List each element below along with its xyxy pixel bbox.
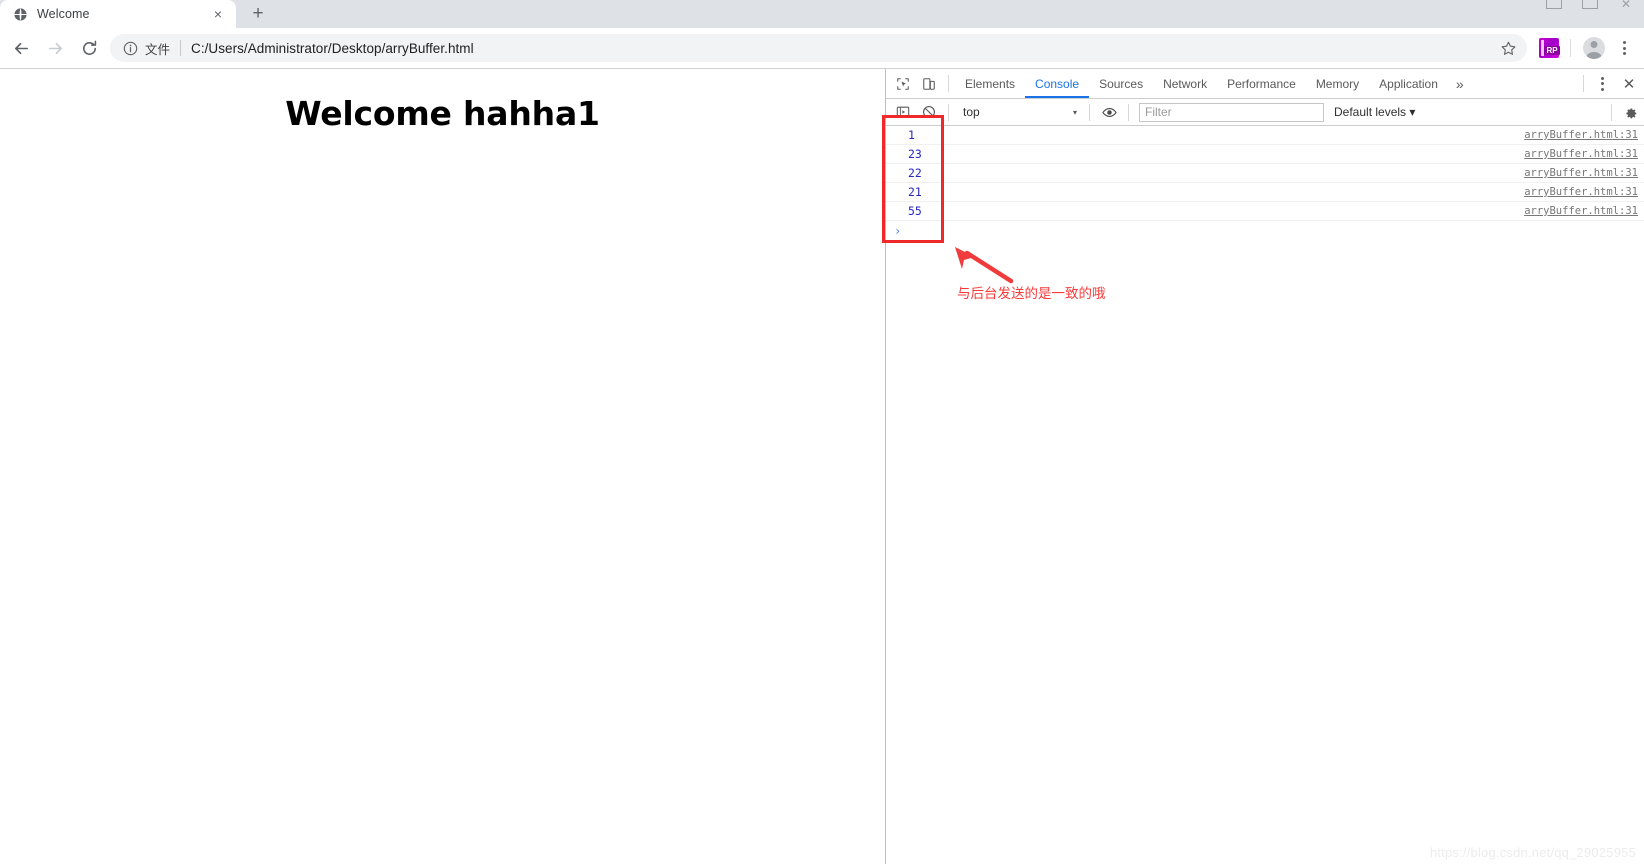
window-close-button[interactable]: ✕ xyxy=(1608,0,1644,12)
window-minimize-button[interactable] xyxy=(1536,0,1572,12)
window-controls: ✕ xyxy=(1536,0,1644,12)
tab-close-icon[interactable]: × xyxy=(210,6,226,22)
watermark-text: https://blog.csdn.net/qq_29025955 xyxy=(1429,845,1636,860)
console-log-value: 21 xyxy=(908,185,922,199)
tab-elements[interactable]: Elements xyxy=(955,70,1025,98)
annotation-text: 与后台发送的是一致的哦 xyxy=(957,286,1106,302)
settings-gear-icon[interactable] xyxy=(1618,100,1642,124)
console-log-value: 23 xyxy=(908,147,922,161)
star-icon[interactable] xyxy=(1495,35,1521,61)
console-log-row[interactable]: 22 arryBuffer.html:31 xyxy=(886,164,1644,183)
filterbar-divider-1 xyxy=(948,103,949,121)
devtools-tabbar: Elements Console Sources Network Perform… xyxy=(886,69,1644,99)
chevron-down-icon: ▾ xyxy=(1072,107,1077,117)
console-prompt-caret-icon: › xyxy=(894,223,902,238)
device-toolbar-icon[interactable] xyxy=(916,71,942,97)
log-levels-caret-icon: ▾ xyxy=(1409,105,1416,119)
new-tab-button[interactable]: + xyxy=(244,0,272,27)
back-icon[interactable] xyxy=(4,31,38,65)
console-output[interactable]: 1 arryBuffer.html:31 23 arryBuffer.html:… xyxy=(886,126,1644,864)
address-bar[interactable]: 文件 C:/Users/Administrator/Desktop/arryBu… xyxy=(110,34,1527,62)
clear-console-icon[interactable] xyxy=(916,99,942,125)
console-log-source-link[interactable]: arryBuffer.html:31 xyxy=(1524,167,1638,179)
console-filter-bar: top ▾ Filter Default levels ▾ xyxy=(886,99,1644,126)
console-log-value: 55 xyxy=(908,204,922,218)
more-tabs-icon[interactable]: » xyxy=(1448,77,1472,91)
page-title: Welcome hahha1 xyxy=(285,94,600,133)
browser-window: Welcome × + ✕ 文件 C:/Users/Administrator/… xyxy=(0,0,1644,864)
forward-icon[interactable] xyxy=(38,31,72,65)
tab-console[interactable]: Console xyxy=(1025,70,1090,98)
tab-memory[interactable]: Memory xyxy=(1306,70,1369,98)
live-expression-eye-icon[interactable] xyxy=(1096,99,1122,125)
execute-snippet-icon[interactable] xyxy=(890,99,916,125)
content-area: Welcome hahha1 Elements Console Sources … xyxy=(0,68,1644,864)
profile-avatar-icon[interactable] xyxy=(1583,37,1605,59)
console-log-source-link[interactable]: arryBuffer.html:31 xyxy=(1524,129,1638,141)
url-scheme-label: 文件 xyxy=(145,42,171,57)
toolbar-divider xyxy=(1570,39,1571,57)
tab-application[interactable]: Application xyxy=(1369,70,1448,98)
console-log-row[interactable]: 55 arryBuffer.html:31 xyxy=(886,202,1644,221)
tab-title: Welcome xyxy=(37,7,90,21)
console-log-value: 1 xyxy=(908,128,915,142)
tab-sources[interactable]: Sources xyxy=(1089,70,1153,98)
execution-context-select[interactable]: top ▾ xyxy=(955,102,1083,122)
log-levels-select[interactable]: Default levels ▾ xyxy=(1334,105,1415,119)
log-levels-value: Default levels xyxy=(1334,105,1407,119)
filterbar-divider-3 xyxy=(1128,103,1129,121)
console-log-source-link[interactable]: arryBuffer.html:31 xyxy=(1524,186,1638,198)
inspect-element-icon[interactable] xyxy=(890,71,916,97)
devtools-tabbar-divider-right xyxy=(1583,75,1584,92)
filterbar-divider-4 xyxy=(1611,103,1612,121)
tab-performance[interactable]: Performance xyxy=(1217,70,1306,98)
web-page-viewport: Welcome hahha1 xyxy=(0,69,885,864)
devtools-tabbar-divider xyxy=(948,75,949,92)
chrome-menu-icon[interactable] xyxy=(1612,33,1636,63)
console-filter-placeholder: Filter xyxy=(1145,105,1172,119)
extension-rp-label: RP xyxy=(1544,46,1560,55)
browser-tab-welcome[interactable]: Welcome × xyxy=(0,0,236,28)
omnibox-divider xyxy=(180,40,182,56)
console-log-source-link[interactable]: arryBuffer.html:31 xyxy=(1524,205,1638,217)
console-prompt[interactable]: › xyxy=(886,221,1644,240)
filterbar-divider-2 xyxy=(1089,103,1090,121)
console-log-source-link[interactable]: arryBuffer.html:31 xyxy=(1524,148,1638,160)
tab-network[interactable]: Network xyxy=(1153,70,1217,98)
extension-rp-icon[interactable]: RP xyxy=(1539,38,1560,58)
console-filter-input[interactable]: Filter xyxy=(1139,102,1324,122)
devtools-panel: Elements Console Sources Network Perform… xyxy=(885,69,1644,864)
info-circle-icon[interactable] xyxy=(122,40,138,56)
globe-icon xyxy=(12,6,28,22)
console-log-row[interactable]: 23 arryBuffer.html:31 xyxy=(886,145,1644,164)
console-log-row[interactable]: 21 arryBuffer.html:31 xyxy=(886,183,1644,202)
devtools-close-icon[interactable]: ✕ xyxy=(1616,71,1642,97)
devtools-menu-icon[interactable] xyxy=(1590,69,1614,99)
execution-context-value: top xyxy=(963,105,980,119)
url-text[interactable]: C:/Users/Administrator/Desktop/arryBuffe… xyxy=(191,41,1495,56)
browser-toolbar: 文件 C:/Users/Administrator/Desktop/arryBu… xyxy=(0,28,1644,68)
tab-strip: Welcome × + ✕ xyxy=(0,0,1644,28)
console-log-value: 22 xyxy=(908,166,922,180)
window-maximize-button[interactable] xyxy=(1572,0,1608,12)
reload-icon[interactable] xyxy=(72,31,106,65)
console-log-row[interactable]: 1 arryBuffer.html:31 xyxy=(886,126,1644,145)
